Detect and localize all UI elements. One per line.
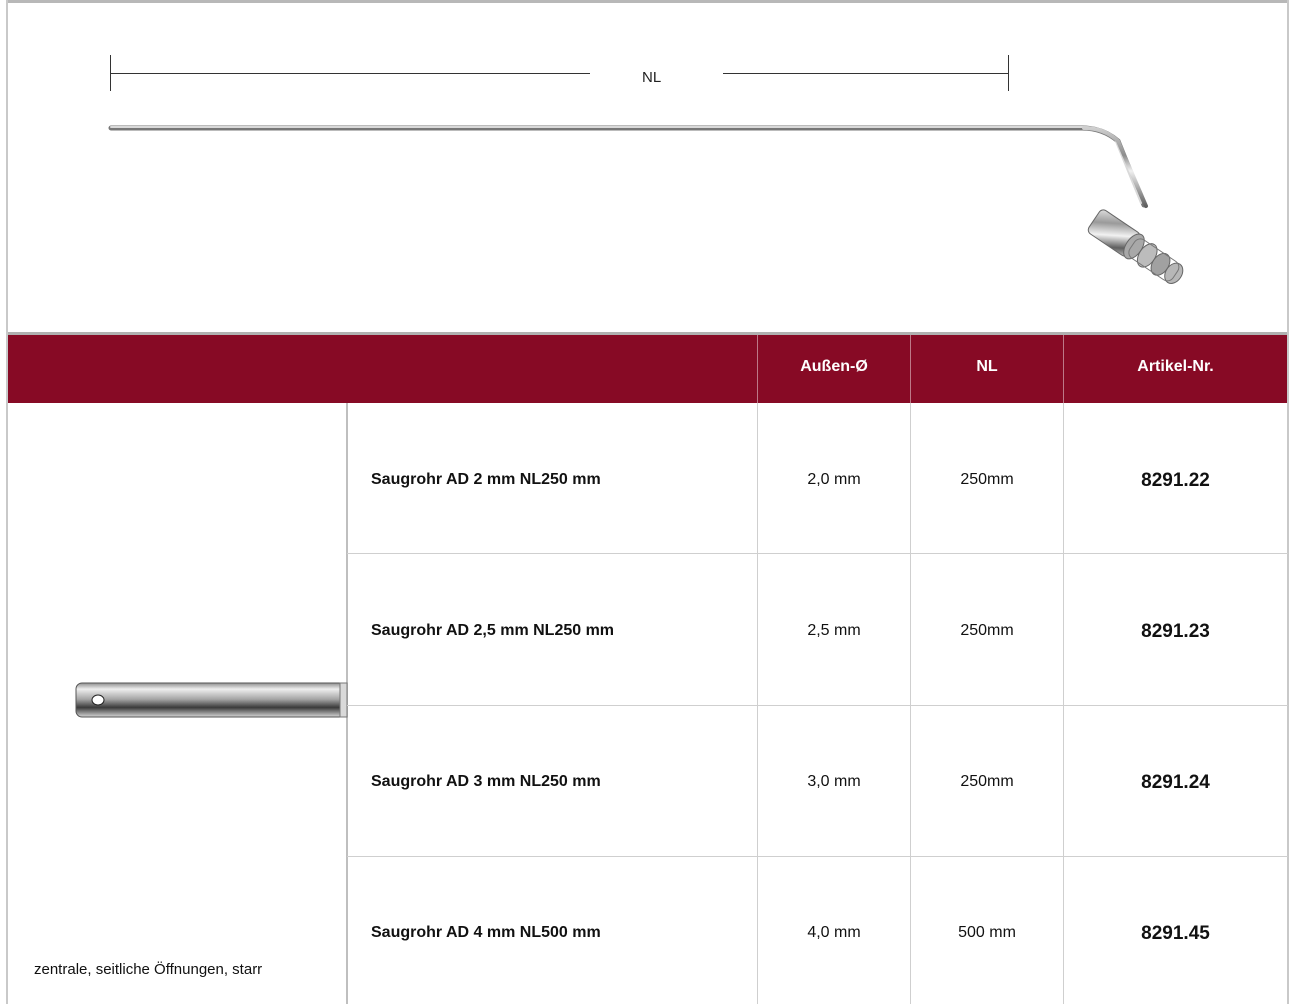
product-row-4-outer-diameter: 4,0 mm: [807, 924, 861, 941]
product-row-3-description: Saugrohr AD 3 mm NL250 mm: [371, 773, 601, 790]
column-divider-outer-diameter: [757, 403, 758, 1004]
header-article-number: Artikel-Nr.: [1137, 358, 1214, 375]
product-row-3-article-number: 8291.24: [1141, 772, 1210, 793]
product-row-4-article-number: 8291.45: [1141, 923, 1210, 944]
product-row-4-description: Saugrohr AD 4 mm NL500 mm: [371, 924, 601, 941]
header-length: NL: [976, 358, 998, 375]
row-divider-3: [347, 856, 1288, 857]
product-row-2-outer-diameter: 2,5 mm: [807, 622, 861, 639]
row-divider-1: [347, 553, 1288, 554]
tube-opening-detail-body: [75, 682, 347, 718]
product-catalog-page: NL Außen-Ø NL Artikel-Nr. zentrale, seit…: [0, 0, 1290, 1004]
product-row-1-outer-diameter: 2,0 mm: [807, 471, 861, 488]
tube-straight-section: [108, 125, 1147, 208]
tube-opening-detail-image: [75, 682, 348, 718]
suction-tube-illustration: [108, 125, 1184, 284]
product-row-1-length: 250mm: [960, 471, 1014, 488]
column-divider-length: [910, 403, 911, 1004]
product-row-1-article-number: 8291.22: [1141, 470, 1210, 491]
column-divider-article: [1063, 403, 1064, 1004]
header-outer-diameter: Außen-Ø: [800, 358, 868, 375]
product-feature-description: zentrale, seitliche Öffnungen, starr: [34, 961, 263, 978]
product-row-3-outer-diameter: 3,0 mm: [807, 773, 861, 790]
product-row-3-length: 250mm: [960, 773, 1014, 790]
tube-connector: [1087, 209, 1184, 284]
product-row-2-description: Saugrohr AD 2,5 mm NL250 mm: [371, 622, 615, 639]
product-row-2-article-number: 8291.23: [1141, 621, 1210, 642]
row-divider-2: [347, 705, 1288, 706]
product-row-1-description: Saugrohr AD 2 mm NL250 mm: [371, 471, 601, 488]
product-row-2-length: 250mm: [960, 622, 1014, 639]
product-row-4-length: 500 mm: [958, 924, 1016, 941]
